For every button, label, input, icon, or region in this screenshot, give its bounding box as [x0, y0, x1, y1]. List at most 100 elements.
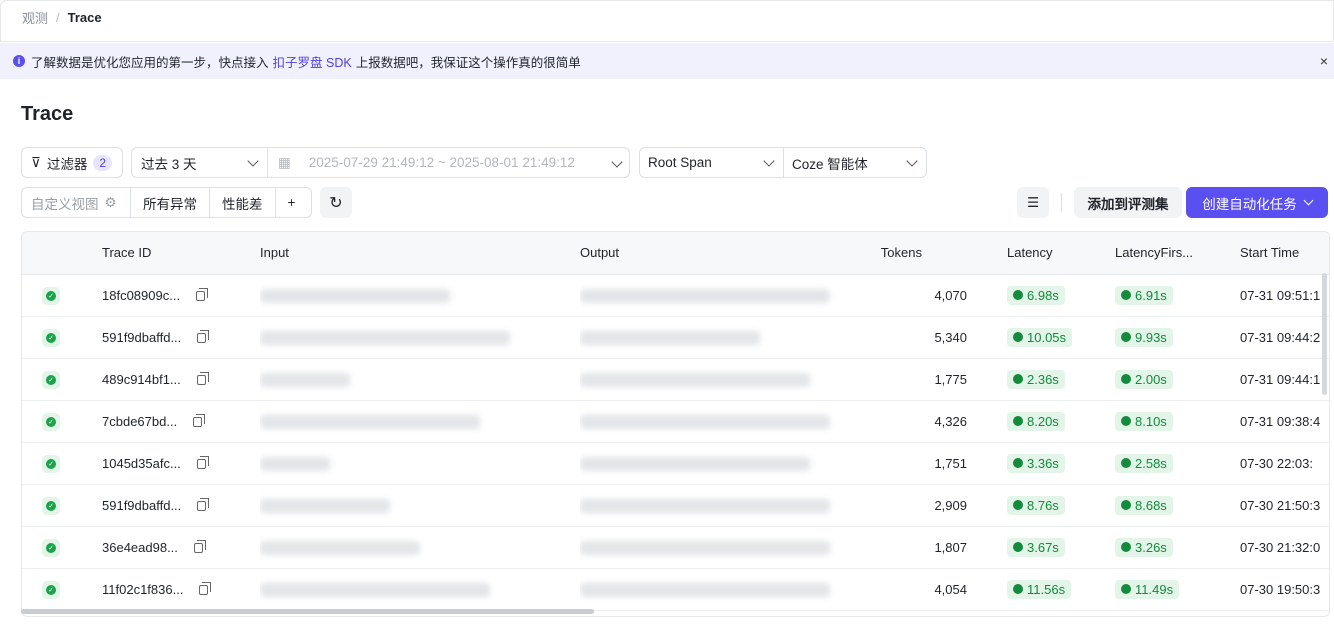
view-all-errors[interactable]: 所有异常 [131, 188, 210, 217]
copy-icon[interactable] [197, 498, 210, 512]
agent-type-select[interactable]: Coze 智能体 [784, 148, 926, 177]
trace-id: 18fc08909c... [102, 287, 181, 303]
sdk-link[interactable]: 扣子罗盘 SDK [273, 52, 352, 71]
latency-badge: 3.67s [1007, 537, 1065, 557]
chevron-down-icon [906, 155, 918, 167]
output-cell [580, 358, 855, 401]
copy-icon[interactable] [199, 582, 212, 596]
clock-icon [1013, 542, 1023, 552]
toolbar-divider [1061, 193, 1062, 212]
info-banner: i 了解数据是优化您应用的第一步，快点接入 扣子罗盘 SDK 上报数据吧，我保证… [0, 43, 1334, 79]
view-poor-performance[interactable]: 性能差 [210, 188, 276, 217]
latency-badge: 11.56s [1007, 579, 1072, 599]
column-input[interactable]: Input [260, 232, 580, 275]
info-icon: i [13, 55, 25, 67]
column-output[interactable]: Output [580, 232, 855, 275]
tokens-cell: 2,909 [855, 484, 1007, 527]
chevron-down-icon [1303, 195, 1314, 206]
span-type-select[interactable]: Root Span [640, 148, 784, 177]
trace-id: 1045d35afc... [102, 455, 181, 471]
latency-badge: 10.05s [1007, 327, 1073, 347]
table-row[interactable]: ✓ 489c914bf1... 1,775 2.36s 2.00s 07-31 09:44… [22, 358, 1329, 401]
clock-icon [1121, 416, 1131, 426]
start-time-cell: 07-31 09:51:1 [1240, 274, 1329, 317]
vertical-scrollbar[interactable] [1322, 273, 1327, 395]
clock-icon [1121, 584, 1131, 594]
add-view-button[interactable]: + [276, 188, 308, 217]
output-cell [580, 526, 855, 569]
clock-icon [1013, 290, 1023, 300]
column-trace-id[interactable]: Trace ID [102, 232, 260, 275]
horizontal-scrollbar[interactable] [21, 609, 594, 614]
latency-first-badge: 3.26s [1115, 537, 1173, 557]
table-row[interactable]: ✓ 36e4ead98... 1,807 3.67s 3.26s 07-30 21:32:… [22, 526, 1329, 569]
filter-button[interactable]: ⊽ 过滤器 2 [21, 147, 123, 178]
create-task-button[interactable]: 创建自动化任务 [1186, 187, 1328, 218]
column-start-time[interactable]: Start Time [1240, 232, 1329, 275]
refresh-button[interactable]: ↻ [320, 187, 352, 218]
copy-icon[interactable] [196, 288, 209, 302]
copy-icon[interactable] [193, 414, 206, 428]
view-tabs: 自定义视图 ⚙ 所有异常 性能差 + [21, 187, 312, 218]
table-row[interactable]: ✓ 18fc08909c... 4,070 6.98s 6.91s 07-31 09:51… [22, 274, 1329, 317]
input-cell [260, 526, 580, 569]
tokens-cell: 1,775 [855, 358, 1007, 401]
input-cell [260, 442, 580, 485]
clock-icon [1121, 542, 1131, 552]
create-task-label: 创建自动化任务 [1202, 196, 1297, 212]
time-preset-select[interactable]: 过去 3 天 [132, 148, 268, 177]
banner-text-before: 了解数据是优化您应用的第一步，快点接入 [31, 55, 269, 70]
start-time-cell: 07-30 21:32:0 [1240, 526, 1329, 569]
tokens-cell: 5,340 [855, 316, 1007, 359]
breadcrumb-current: Trace [67, 10, 102, 25]
latency-first-badge: 11.49s [1115, 579, 1180, 599]
table-row[interactable]: ✓ 11f02c1f836... 4,054 11.56s 11.49s 07-30 19… [22, 568, 1329, 611]
close-icon[interactable]: × [1320, 53, 1328, 69]
input-cell [260, 400, 580, 443]
clock-icon [1013, 332, 1023, 342]
span-filter-group[interactable]: Root Span Coze 智能体 [639, 147, 927, 178]
gear-icon: ⚙ [104, 194, 117, 210]
success-status-icon: ✓ [42, 286, 60, 305]
clock-icon [1121, 500, 1131, 510]
table-row[interactable]: ✓ 7cbde67bd... 4,326 8.20s 8.10s 07-31 09:38:… [22, 400, 1329, 443]
add-to-eval-button[interactable]: 添加到评测集 [1074, 187, 1182, 218]
success-status-icon: ✓ [42, 580, 60, 599]
copy-icon[interactable] [196, 372, 209, 386]
clock-icon [1121, 290, 1131, 300]
input-cell [260, 316, 580, 359]
start-time-cell: 07-31 09:44:1 [1240, 358, 1329, 401]
copy-icon[interactable] [197, 330, 210, 344]
table-row[interactable]: ✓ 1045d35afc... 1,751 3.36s 2.58s 07-30 22:03… [22, 442, 1329, 485]
table-row[interactable]: ✓ 591f9dbaffd... 2,909 8.76s 8.68s 07-30 21:5… [22, 484, 1329, 527]
clock-icon [1121, 374, 1131, 384]
latency-badge: 8.76s [1007, 495, 1065, 515]
date-range-input[interactable]: ▦ 2025-07-29 21:49:12 ~ 2025-08-01 21:49… [268, 155, 629, 171]
column-tokens[interactable]: Tokens [855, 232, 1007, 275]
column-latency-first[interactable]: LatencyFirs... [1115, 232, 1240, 275]
custom-view-select[interactable]: 自定义视图 ⚙ [22, 188, 131, 217]
clock-icon [1013, 458, 1023, 468]
success-status-icon: ✓ [42, 538, 60, 557]
breadcrumb-separator: / [56, 10, 60, 25]
success-status-icon: ✓ [42, 496, 60, 515]
start-time-cell: 07-31 09:38:4 [1240, 400, 1329, 443]
table-row[interactable]: ✓ 591f9dbaffd... 5,340 10.05s 9.93s 07-31 09:… [22, 316, 1329, 359]
start-time-cell: 07-31 09:44:2 [1240, 316, 1329, 359]
trace-id: 11f02c1f836... [102, 581, 184, 597]
latency-first-badge: 8.10s [1115, 411, 1173, 431]
trace-id: 591f9dbaffd... [102, 497, 182, 513]
breadcrumb-parent[interactable]: 观测 [22, 8, 48, 27]
trace-id: 7cbde67bd... [102, 413, 178, 429]
column-latency[interactable]: Latency [1007, 232, 1115, 275]
input-cell [260, 274, 580, 317]
filter-label: 过滤器 [46, 156, 88, 172]
input-cell [260, 358, 580, 401]
clock-icon [1013, 416, 1023, 426]
copy-icon[interactable] [196, 456, 209, 470]
start-time-cell: 07-30 21:50:3 [1240, 484, 1329, 527]
time-preset-value: 过去 3 天 [141, 156, 197, 172]
copy-icon[interactable] [193, 540, 206, 554]
time-range-picker[interactable]: 过去 3 天 ▦ 2025-07-29 21:49:12 ~ 2025-08-0… [131, 147, 630, 178]
column-settings-button[interactable]: ☰ [1017, 187, 1049, 218]
